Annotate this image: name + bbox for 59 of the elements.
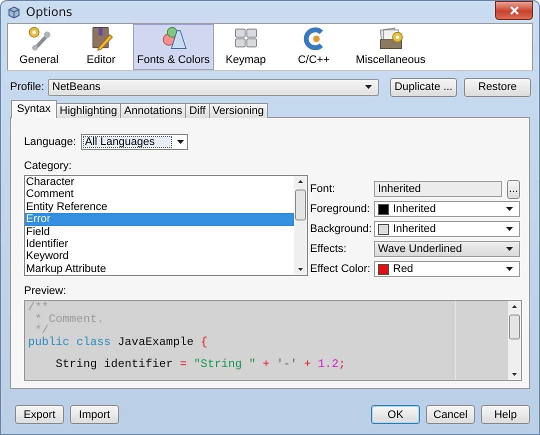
list-item[interactable]: Character	[25, 176, 294, 188]
tab[interactable]: Diff	[185, 103, 210, 118]
property-label: Background:	[310, 223, 373, 235]
close-button[interactable]	[495, 0, 533, 20]
property-label: Effect Color:	[310, 263, 372, 275]
list-item[interactable]: Markup Attribute	[25, 262, 294, 275]
list-item[interactable]: Identifier	[25, 238, 294, 250]
property-label: Effects:	[310, 243, 348, 255]
category-label: Category:	[24, 160, 73, 172]
color-dropdown[interactable]: Red	[374, 261, 520, 277]
font-field[interactable]: Inherited	[374, 181, 502, 197]
category-tab[interactable]: Miscellaneous	[352, 24, 430, 70]
list-item[interactable]: Entity Reference	[25, 200, 294, 214]
category-tab[interactable]: Fonts & Colors	[133, 24, 214, 70]
color-dropdown[interactable]: Inherited	[374, 221, 520, 237]
window-icon	[7, 6, 21, 18]
preview-label: Preview:	[24, 285, 68, 297]
language-dropdown[interactable]: All Languages	[81, 134, 188, 150]
property-label: Font:	[310, 183, 336, 195]
code-line: String identifier = "String " + '-' + 1.2;	[54, 357, 346, 370]
list-item[interactable]: Keyword	[25, 250, 294, 263]
effects-dropdown[interactable]: Wave Underlined	[374, 241, 520, 257]
caret-icon	[506, 227, 513, 231]
category-tab[interactable]: C/C++	[278, 24, 350, 70]
code-line: */	[34, 325, 49, 336]
profile-button[interactable]: Restore	[464, 78, 531, 96]
code-line: * Comment.	[34, 314, 105, 325]
dialog-button[interactable]: Help	[481, 405, 530, 424]
dialog-button[interactable]: Export	[15, 405, 64, 424]
caret-icon	[176, 140, 184, 144]
scrollbar[interactable]	[294, 176, 307, 275]
dialog-button[interactable]: OK	[371, 405, 420, 424]
caret-icon	[506, 247, 513, 251]
category-tab[interactable]: General	[9, 24, 69, 70]
tab[interactable]: Highlighting	[56, 103, 122, 118]
property-label: Foreground:	[310, 203, 371, 215]
color-dropdown[interactable]: Inherited	[374, 201, 520, 217]
caret-icon	[506, 207, 513, 211]
tab[interactable]: Annotations	[120, 103, 186, 118]
language-label: Language:	[24, 136, 76, 148]
caret-icon	[506, 267, 513, 271]
code-line: public class JavaExample {	[28, 336, 208, 348]
profile-button[interactable]: Duplicate ...	[390, 78, 457, 96]
tab[interactable]: Syntax	[11, 100, 57, 118]
tab[interactable]: Versioning	[208, 103, 268, 118]
category-tab[interactable]: Keymap	[216, 24, 276, 70]
code-line: /**	[28, 302, 50, 314]
list-item[interactable]: Comment	[25, 188, 294, 201]
window-title: Options	[26, 5, 72, 19]
list-item[interactable]: Field	[25, 226, 294, 238]
category-tab[interactable]: Editor	[71, 24, 131, 70]
close-icon	[510, 6, 518, 14]
scrollbar[interactable]	[508, 301, 521, 380]
dialog-button[interactable]: Cancel	[426, 405, 475, 424]
profile-dropdown[interactable]: NetBeans	[48, 78, 379, 96]
dialog-button[interactable]: Import	[70, 405, 119, 424]
profile-label: Profile:	[10, 81, 44, 93]
browse-button[interactable]: ...	[507, 180, 520, 198]
caret-icon	[365, 85, 372, 89]
